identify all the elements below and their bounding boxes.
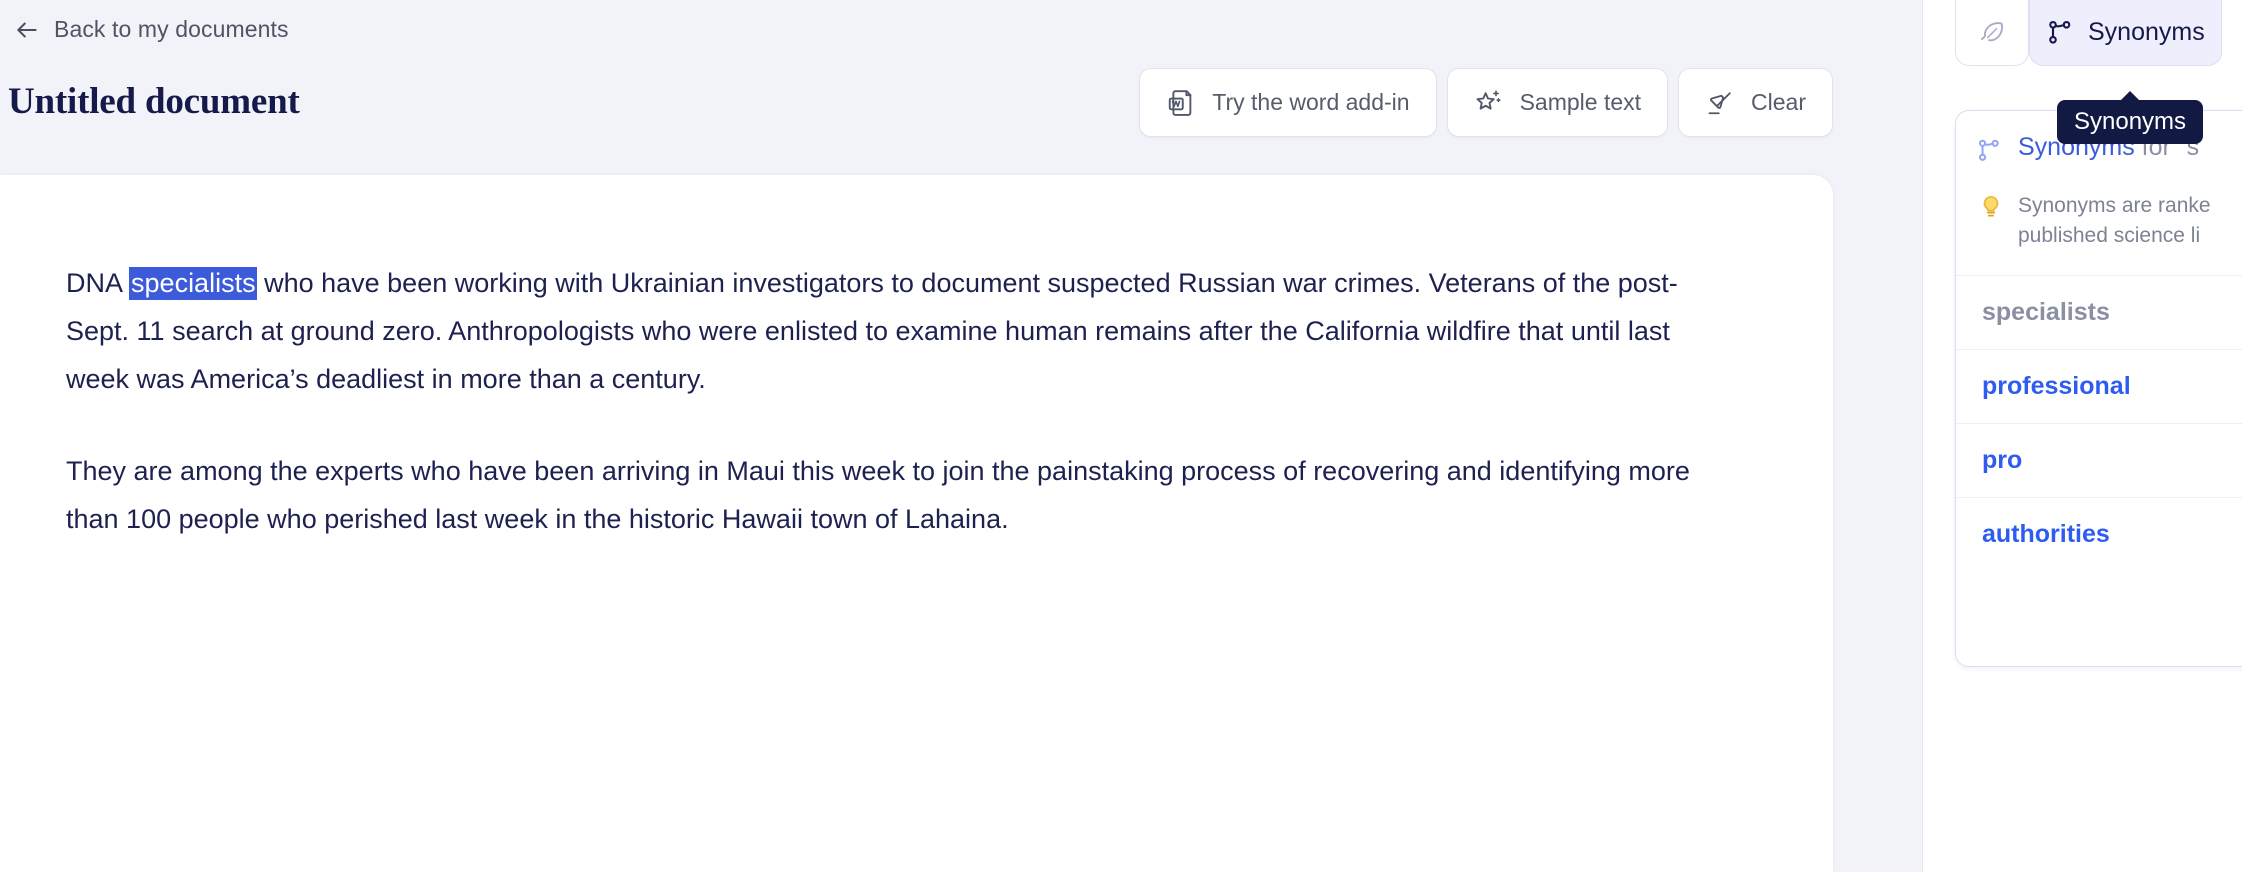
clear-button[interactable]: Clear [1678,68,1833,137]
page-title[interactable]: Untitled document [8,80,300,123]
synonyms-branch-icon [2046,18,2076,48]
tab-synonyms-label: Synonyms [2088,18,2205,46]
sample-text-button[interactable]: Sample text [1446,68,1669,137]
document-paragraph-1: DNA specialists who have been working wi… [66,259,1726,403]
arrow-left-icon [14,17,40,43]
right-sidebar-panel: Synonyms Synonyms Synonyms for "s Synony… [1922,0,2242,872]
lightbulb-icon [1978,194,2004,220]
synonyms-card: Synonyms for "s Synonyms are ranke publis… [1955,110,2242,667]
synonyms-hint-line1: Synonyms are ranke [2018,194,2211,217]
document-toolbar: Try the word add-in Sample text Clear [1139,68,1833,137]
document-text-editor[interactable]: DNA specialists who have been working wi… [66,259,1726,543]
back-to-documents-link[interactable]: Back to my documents [8,12,295,47]
synonym-item-professional[interactable]: professional [1956,349,2242,423]
back-link-label: Back to my documents [54,16,289,42]
paragraph1-before: DNA [66,268,130,298]
selected-word-highlight[interactable]: specialists [129,267,257,300]
sparkle-star-icon [1474,88,1504,118]
tooltip-text: Synonyms [2074,108,2187,135]
synonyms-branch-icon [1976,137,2004,165]
panel-tab-bar: Synonyms [1955,0,2222,66]
eraser-icon [1705,88,1735,118]
document-paragraph-2: They are among the experts who have been… [66,456,1690,534]
synonyms-hint-text: Synonyms are ranke published science li [2018,191,2211,251]
tooltip-arrow [2120,91,2141,101]
sample-text-label: Sample text [1519,89,1642,115]
synonyms-tooltip: Synonyms [2057,91,2204,144]
try-word-addin-button[interactable]: Try the word add-in [1139,68,1437,137]
synonyms-hint-line2: published science li [2018,224,2201,247]
paragraph1-after: who have been working with Ukrainian inv… [66,268,1678,394]
clear-label: Clear [1751,89,1806,115]
editor-area: Back to my documents Untitled document T… [0,0,1922,872]
tab-writing-assistant[interactable] [1955,0,2029,66]
synonyms-hint: Synonyms are ranke published science li [1956,169,2242,275]
try-word-addin-label: Try the word add-in [1212,89,1410,115]
word-document-icon [1166,88,1196,118]
synonym-item-authorities[interactable]: authorities [1956,497,2242,571]
synonym-item-pro[interactable]: pro [1956,423,2242,497]
tab-synonyms[interactable]: Synonyms [2029,0,2222,66]
feather-pen-icon [1977,18,2007,48]
document-paper: DNA specialists who have been working wi… [0,175,1833,872]
synonym-item-current: specialists [1956,275,2242,349]
